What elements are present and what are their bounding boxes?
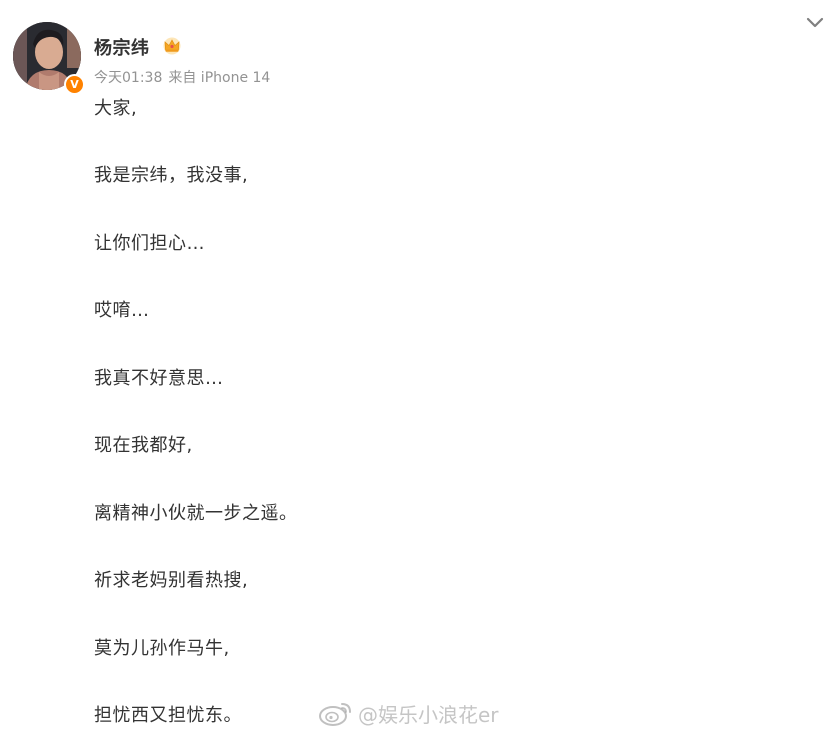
post-time[interactable]: 今天01:38 xyxy=(94,70,162,86)
post-line: 哎唷… xyxy=(94,300,150,321)
post-line: 离精神小伙就一步之遥。 xyxy=(94,503,298,524)
watermark-text: @娱乐小浪花er xyxy=(358,702,499,727)
post-meta: 今天01:38 来自 iPhone 14 xyxy=(94,67,270,87)
post-line: 现在我都好, xyxy=(94,435,193,456)
post-line: 莫为儿孙作马牛, xyxy=(94,638,230,659)
verified-badge: V xyxy=(64,74,85,95)
watermark: @娱乐小浪花er xyxy=(318,698,499,728)
post-line: 让你们担心… xyxy=(94,233,205,254)
post-line: 祈求老妈别看热搜, xyxy=(94,570,249,591)
weibo-logo-icon xyxy=(319,703,351,726)
post-line: 我真不好意思… xyxy=(94,368,224,389)
post-line: 大家, xyxy=(94,98,138,119)
post-line: 担忧西又担忧东。 xyxy=(94,705,242,726)
chevron-down-icon[interactable] xyxy=(806,16,824,30)
username[interactable]: 杨宗纬 xyxy=(94,34,150,60)
post-line: 我是宗纬，我没事, xyxy=(94,165,249,186)
crown-icon xyxy=(163,37,181,55)
post-source: 来自 iPhone 14 xyxy=(168,70,271,86)
